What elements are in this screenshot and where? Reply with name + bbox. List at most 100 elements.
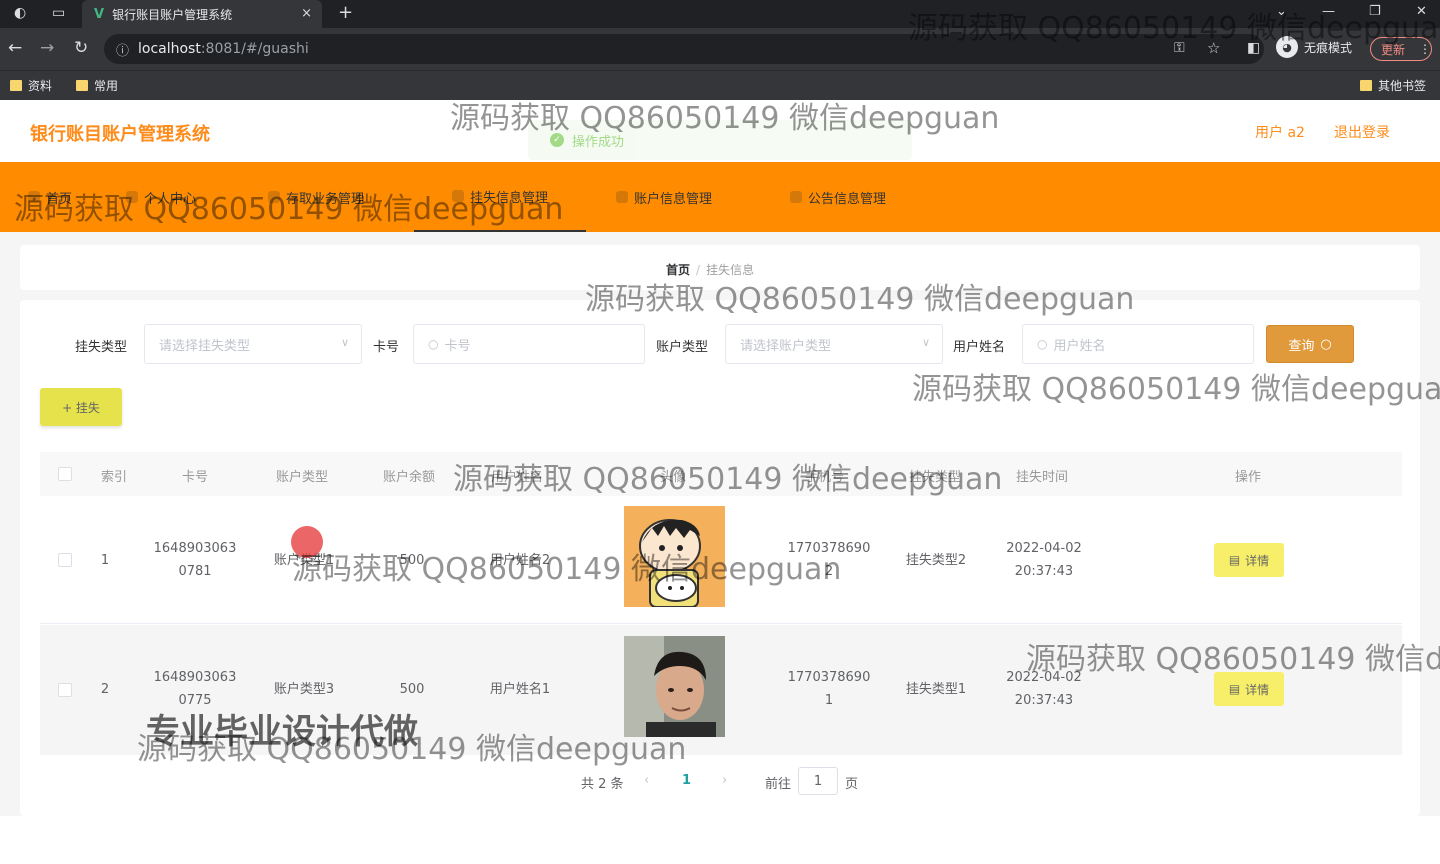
pagination-goto-label: 前往 — [765, 777, 792, 792]
other-bookmarks-label: 其他书签 — [1378, 79, 1427, 93]
url-path: :8081/#/guashi — [200, 41, 309, 57]
loss-type: 挂失类型1 — [905, 682, 967, 697]
table-header — [40, 452, 1402, 496]
detail-button-label: 详情 — [1245, 553, 1270, 568]
tab-close-icon[interactable]: × — [301, 6, 312, 21]
nav-item-deposit[interactable]: 存取业务管理 — [268, 162, 364, 232]
key-icon[interactable]: ⚿ — [1174, 40, 1185, 56]
phone-line: 1770378690 — [787, 670, 871, 685]
incognito-icon: ◕ — [1276, 36, 1298, 58]
app-title: 银行账目账户管理系统 — [30, 124, 210, 145]
user-name-link[interactable]: 用户 a2 — [1255, 122, 1305, 142]
cursor-highlight — [291, 526, 323, 558]
loss-type: 挂失类型2 — [905, 553, 967, 568]
browser-tab-active[interactable]: V 银行账目账户管理系统 × — [82, 0, 322, 28]
avatar-image-cartoon — [624, 506, 725, 607]
chevron-down-icon: ∨ — [921, 336, 930, 349]
bookmark-star-icon[interactable]: ☆ — [1207, 39, 1220, 57]
window-close-icon[interactable]: ✕ — [1416, 4, 1427, 19]
nav-item-label: 账户信息管理 — [634, 191, 713, 207]
loss-time-date: 2022-04-02 — [1006, 670, 1082, 685]
top-nav-menu: 首页 个人中心 存取业务管理 挂失信息管理 账户信息管理 公告信息管理 — [0, 162, 1440, 232]
breadcrumb-current: 挂失信息 — [706, 263, 755, 277]
nav-item-account[interactable]: 账户信息管理 — [616, 162, 712, 232]
breadcrumb-home[interactable]: 首页 — [666, 263, 690, 277]
back-icon[interactable]: ← — [8, 38, 22, 58]
phone-line: 1770378690 — [787, 541, 871, 556]
browser-toolbar: ← → ↻ ⓘ localhost:8081/#/guashi ⚿ ☆ ◧ ◕ … — [0, 28, 1440, 70]
user-name-label: 用户姓名 — [953, 340, 1006, 355]
pagination-next-icon[interactable]: › — [722, 773, 727, 788]
row-index: 1 — [100, 553, 110, 568]
pagination-prev-icon[interactable]: ‹ — [644, 773, 649, 788]
document-icon: ▤ — [1228, 553, 1241, 567]
nav-item-label: 个人中心 — [144, 191, 197, 207]
card-input[interactable]: ○ 卡号 — [413, 324, 645, 364]
lock-icon — [451, 190, 464, 202]
column-header: 挂失时间 — [1016, 470, 1069, 485]
account-balance: 500 — [399, 682, 425, 697]
search-icon: ○ — [1037, 337, 1048, 351]
nav-item-notice[interactable]: 公告信息管理 — [790, 162, 886, 232]
row-checkbox[interactable] — [58, 683, 72, 697]
new-tab-button[interactable]: + — [338, 2, 353, 23]
select-all-checkbox[interactable] — [58, 467, 72, 481]
detail-button-label: 详情 — [1245, 682, 1270, 697]
tab-list-icon[interactable]: ⌄ — [1276, 4, 1287, 19]
column-header: 用户姓名 — [491, 470, 544, 485]
tab-search-icon[interactable]: ▭ — [52, 5, 65, 21]
account-balance: 500 — [399, 553, 425, 568]
site-info-icon[interactable]: ⓘ — [116, 40, 129, 59]
bookmark-folder-changyong[interactable]: 常用 — [76, 77, 118, 94]
phone-number: 1770378690 2 — [782, 537, 876, 583]
address-bar[interactable]: ⓘ localhost:8081/#/guashi — [104, 34, 1264, 64]
forward-icon[interactable]: → — [40, 38, 54, 58]
update-button[interactable]: 更新 ⋮ — [1370, 37, 1432, 61]
card-number-line: 0781 — [178, 564, 212, 579]
bookmark-folder-ziliao[interactable]: 资料 — [10, 77, 52, 94]
nav-item-home[interactable]: 首页 — [28, 162, 72, 232]
home-icon — [28, 191, 40, 203]
phone-line: 2 — [824, 564, 834, 579]
incognito-indicator[interactable]: ◕ 无痕模式 — [1276, 36, 1352, 58]
column-header: 账户类型 — [276, 470, 329, 485]
pagination-total: 共 2 条 — [581, 777, 624, 792]
nav-item-profile[interactable]: 个人中心 — [126, 162, 196, 232]
add-loss-label: + 挂失 — [62, 400, 100, 415]
nav-item-label: 挂失信息管理 — [469, 190, 548, 206]
menu-kebab-icon: ⋮ — [1419, 42, 1431, 56]
url-host: localhost — [138, 41, 201, 57]
page-bottom — [0, 816, 1440, 864]
loss-time-clock: 20:37:43 — [1014, 564, 1074, 579]
account-type-select[interactable]: 请选择账户类型 ∨ — [725, 324, 943, 364]
user-name-input[interactable]: ○ 用户姓名 — [1022, 324, 1254, 364]
card-number-line: 1648903063 — [153, 541, 237, 556]
pagination-goto-input[interactable]: 1 — [798, 767, 838, 795]
detail-button[interactable]: ▤ 详情 — [1214, 543, 1284, 577]
avatar-image-photo — [624, 636, 725, 737]
bookmark-label: 常用 — [94, 79, 119, 93]
minimize-icon[interactable]: — — [1322, 4, 1335, 19]
restore-icon[interactable]: ❐ — [1369, 4, 1381, 19]
card-icon — [616, 191, 628, 203]
pagination-page[interactable]: 1 — [682, 773, 691, 788]
browser-profile-icon[interactable]: ◐ — [14, 5, 26, 21]
phone-number: 1770378690 1 — [782, 666, 876, 712]
detail-button[interactable]: ▤ 详情 — [1214, 672, 1284, 706]
bell-icon — [790, 191, 802, 203]
loss-type-select[interactable]: 请选择挂失类型 ∨ — [144, 324, 362, 364]
card-number: 1648903063 0781 — [150, 537, 240, 583]
loss-time: 2022-04-02 20:37:43 — [996, 537, 1092, 583]
logout-link[interactable]: 退出登录 — [1334, 122, 1390, 142]
loss-type-label: 挂失类型 — [75, 340, 128, 355]
nav-item-loss[interactable]: 挂失信息管理 — [414, 162, 586, 232]
search-button[interactable]: 查询 ○ — [1266, 325, 1354, 363]
reload-icon[interactable]: ↻ — [74, 38, 88, 58]
user-icon — [126, 191, 138, 203]
search-icon: ○ — [1320, 336, 1332, 352]
add-loss-button[interactable]: + 挂失 — [40, 388, 122, 426]
row-index: 2 — [100, 682, 110, 697]
sidebar-icon[interactable]: ◧ — [1247, 40, 1260, 56]
row-checkbox[interactable] — [58, 553, 72, 567]
other-bookmarks[interactable]: 其他书签 — [1360, 77, 1426, 94]
